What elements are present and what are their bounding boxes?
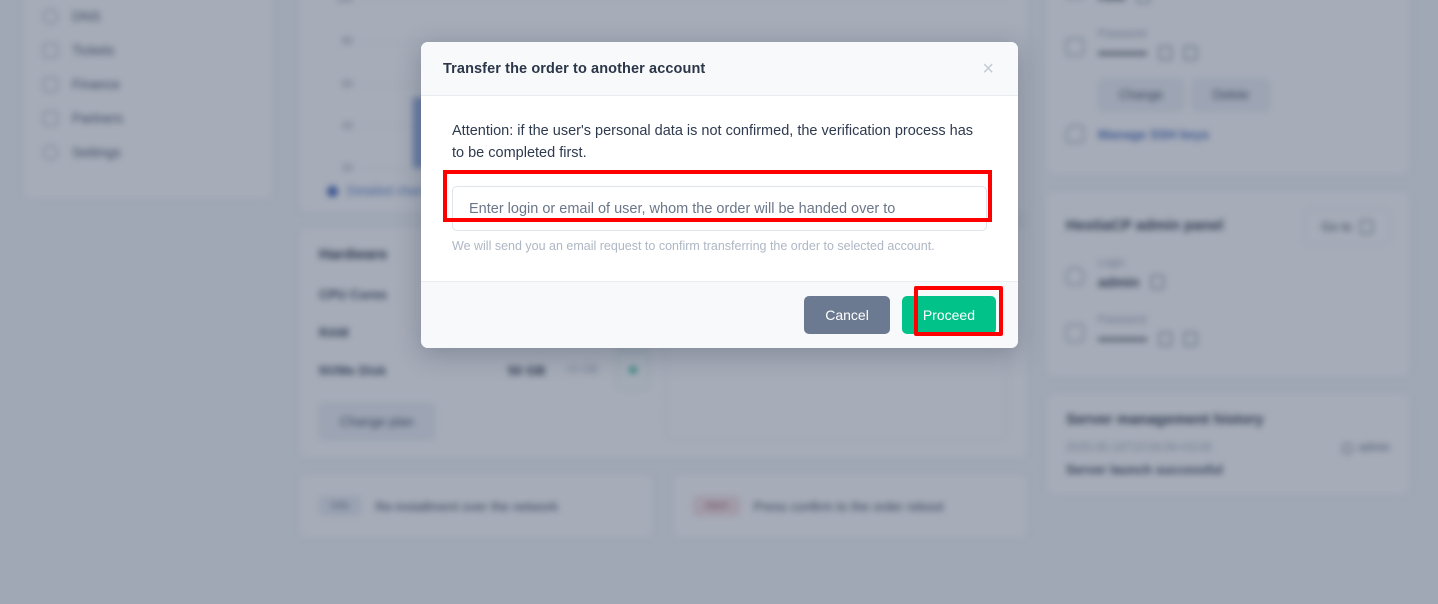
modal-help-text: We will send you an email request to con… [452, 239, 935, 254]
transfer-order-modal: Transfer the order to another account × … [421, 42, 1018, 349]
modal-footer: Cancel Proceed [421, 281, 1018, 349]
proceed-button[interactable]: Proceed [901, 296, 996, 335]
modal-body: Attention: if the user's personal data i… [421, 96, 1018, 282]
attention-note: Attention: if the user's personal data i… [452, 123, 974, 162]
close-icon[interactable]: × [980, 59, 996, 79]
transfer-recipient-input[interactable] [452, 186, 987, 232]
modal-header: Transfer the order to another account × [421, 42, 1018, 96]
modal-title: Transfer the order to another account [443, 61, 706, 77]
cancel-button[interactable]: Cancel [804, 296, 890, 335]
